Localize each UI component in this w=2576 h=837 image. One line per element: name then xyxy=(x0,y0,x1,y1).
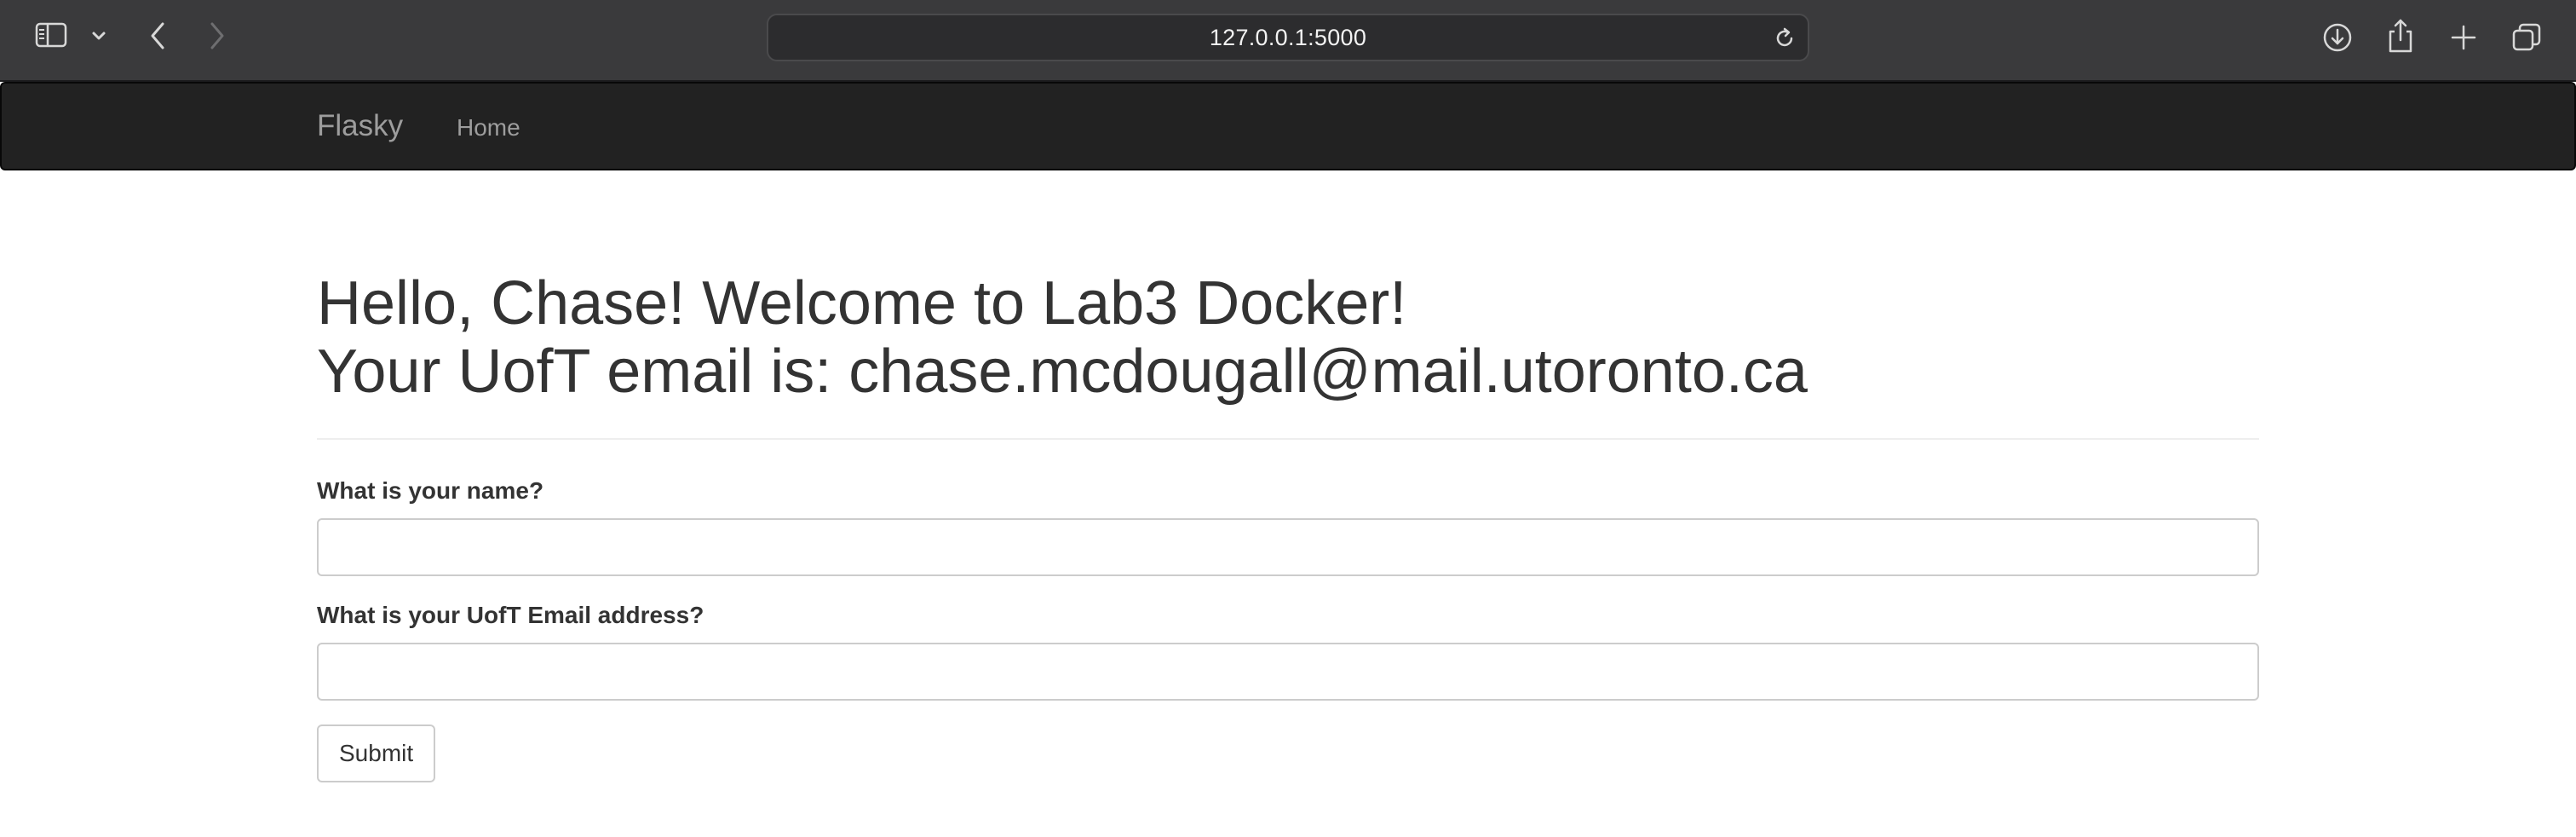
chevron-down-icon[interactable] xyxy=(89,26,109,46)
browser-toolbar: 127.0.0.1:5000 xyxy=(0,0,2576,82)
tabs-icon[interactable] xyxy=(2510,20,2544,55)
site-navbar: Flasky Home xyxy=(0,82,2576,170)
name-label: What is your name? xyxy=(317,477,544,504)
name-form-group: What is your name? xyxy=(317,477,2259,576)
submit-button[interactable]: Submit xyxy=(317,724,436,782)
download-icon[interactable] xyxy=(2320,20,2355,55)
navbar-brand[interactable]: Flasky xyxy=(317,109,403,143)
name-input[interactable] xyxy=(317,518,2259,576)
email-input[interactable] xyxy=(317,643,2259,701)
main-container: Hello, Chase! Welcome to Lab3 Docker! Yo… xyxy=(317,269,2259,782)
url-text[interactable]: 127.0.0.1:5000 xyxy=(768,15,1808,60)
email-form-group: What is your UofT Email address? xyxy=(317,602,2259,701)
nav-link-home[interactable]: Home xyxy=(457,114,520,141)
share-icon[interactable] xyxy=(2383,17,2418,55)
email-label: What is your UofT Email address? xyxy=(317,602,704,628)
page-header: Hello, Chase! Welcome to Lab3 Docker! Yo… xyxy=(317,269,2259,440)
greeting-line: Hello, Chase! Welcome to Lab3 Docker! xyxy=(317,269,1407,338)
sidebar-icon[interactable] xyxy=(34,20,70,49)
chevron-left-icon[interactable] xyxy=(143,19,172,53)
user-form: What is your name? What is your UofT Ema… xyxy=(317,477,2259,782)
plus-icon[interactable] xyxy=(2447,20,2481,55)
email-line: Your UofT email is: chase.mcdougall@mail… xyxy=(317,338,1808,406)
reload-icon[interactable] xyxy=(1772,26,1797,51)
chevron-right-icon[interactable] xyxy=(203,19,232,53)
page-title: Hello, Chase! Welcome to Lab3 Docker! Yo… xyxy=(317,269,2259,406)
address-bar[interactable]: 127.0.0.1:5000 xyxy=(767,14,1809,61)
